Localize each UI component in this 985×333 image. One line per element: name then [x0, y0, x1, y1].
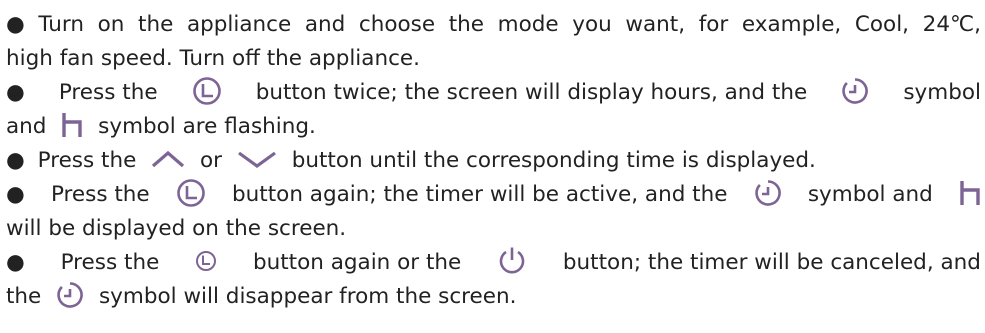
- word: example,: [741, 12, 842, 37]
- timer-symbol-icon: [56, 281, 84, 309]
- timer-button-icon: [176, 178, 206, 208]
- instruction-document: ● Turn on the appliance and choose the m…: [0, 0, 985, 333]
- word: Cool,: [854, 12, 910, 37]
- up-arrow-icon: [151, 149, 185, 169]
- step-3-text-c: button until the corresponding time is d…: [291, 148, 816, 173]
- timer-button-icon: [195, 250, 217, 272]
- hour-symbol-icon: [61, 112, 83, 138]
- word: and: [304, 12, 346, 37]
- step-1-line-2: high fan speed. Turn off the appliance.: [6, 44, 981, 74]
- word: mode: [497, 12, 559, 37]
- step-4-text-c: symbol and: [807, 182, 933, 207]
- bullet: ●: [6, 250, 25, 275]
- step-1-text: high fan speed. Turn off the appliance.: [6, 46, 420, 71]
- step-2-line-1: ● Press the button twice; the screen wil…: [6, 76, 981, 108]
- word: on: [97, 12, 125, 37]
- timer-symbol-icon: [754, 179, 782, 207]
- word: the: [448, 12, 485, 37]
- step-2-text-c: symbol: [903, 80, 981, 105]
- word: the: [138, 12, 174, 37]
- step-5-line-2: the symbol will disappear from the scree…: [6, 282, 981, 312]
- step-5-line-1: ● Press the button again or the button; …: [6, 246, 981, 278]
- word: 24℃,: [922, 12, 981, 37]
- down-arrow-icon: [237, 149, 277, 169]
- timer-button-icon: [192, 76, 222, 106]
- step-5-text-e: symbol will disappear from the screen.: [98, 284, 517, 309]
- step-4-text-b: button again; the timer will be active, …: [232, 182, 728, 207]
- step-5-text-a: Press the: [60, 250, 160, 275]
- word: want,: [625, 12, 686, 37]
- step-4-line-1: ● Press the button again; the timer will…: [6, 178, 981, 210]
- step-5-text-d: the: [6, 284, 42, 309]
- word: appliance: [186, 12, 292, 37]
- step-4-line-2: will be displayed on the screen.: [6, 214, 981, 244]
- bullet: ●: [6, 80, 25, 105]
- step-4-text-a: Press the: [50, 182, 150, 207]
- hour-symbol-icon: [959, 180, 981, 206]
- step-4-text-d: will be displayed on the screen.: [6, 216, 347, 241]
- word: Turn: [38, 12, 84, 37]
- step-1-line-1: ● Turn on the appliance and choose the m…: [6, 10, 981, 40]
- word: you: [572, 12, 612, 37]
- step-2-line-2: and symbol are flashing.: [6, 112, 981, 142]
- step-3-text-b: or: [200, 148, 222, 173]
- word: for: [698, 12, 729, 37]
- word: choose: [358, 12, 436, 37]
- step-5-text-c: button; the timer will be canceled, and: [562, 250, 981, 275]
- bullet: ●: [6, 148, 25, 173]
- step-2-text-b: button twice; the screen will display ho…: [255, 80, 808, 105]
- step-5-text-b: button again or the: [252, 250, 462, 275]
- bullet: ●: [6, 12, 25, 37]
- step-3-line-1: ● Press the or button until the correspo…: [6, 146, 981, 176]
- step-2-text-d: and: [6, 114, 47, 139]
- step-3-text-a: Press the: [37, 148, 137, 173]
- step-2-text-a: Press the: [58, 80, 158, 105]
- step-2-text-e: symbol are flashing.: [98, 114, 316, 139]
- timer-symbol-icon: [841, 77, 869, 105]
- power-icon: [497, 246, 527, 276]
- bullet: ●: [6, 182, 25, 207]
